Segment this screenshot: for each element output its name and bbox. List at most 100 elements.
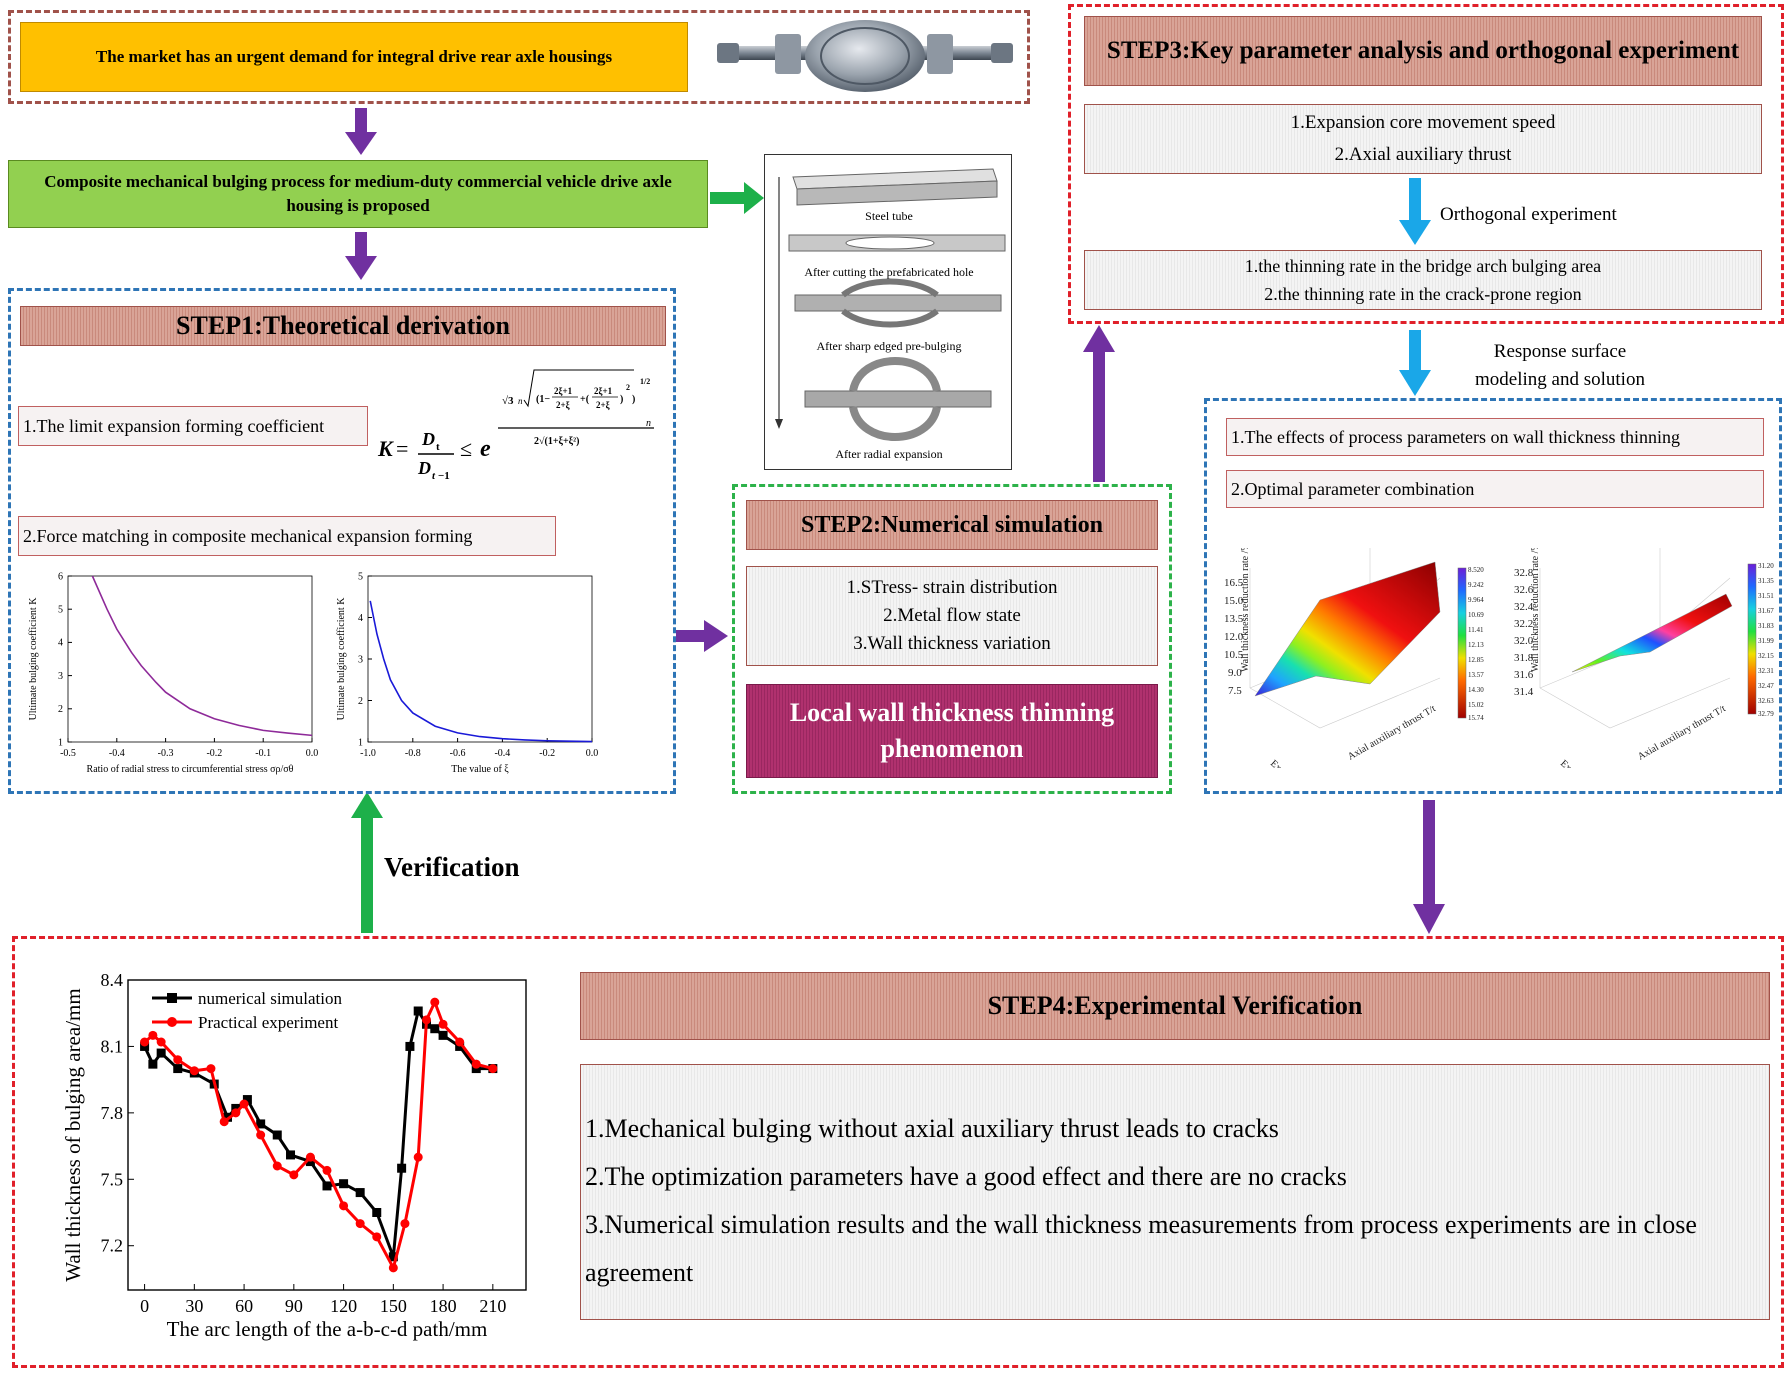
svg-text:t: t [436, 441, 440, 453]
x-tick-label: -0.1 [255, 748, 271, 759]
response-surface-line2: modeling and solution [1475, 369, 1645, 390]
svg-text:D: D [417, 458, 431, 478]
response-surface-line1: Response surface [1493, 341, 1627, 362]
svg-text:12.13: 12.13 [1468, 641, 1484, 649]
data-point-exp [388, 1263, 398, 1273]
svg-text:n: n [518, 396, 523, 406]
x-axis-label: The value of ξ [451, 764, 509, 775]
data-point-exp [140, 1037, 150, 1047]
data-point-sim [405, 1041, 415, 1051]
y-tick-label: 1 [58, 737, 63, 748]
y-tick-label: 7.5 [101, 1169, 124, 1189]
param-axial-thrust: 2.Axial auxiliary thrust [1334, 144, 1512, 165]
data-point-sim [339, 1179, 349, 1189]
data-point-exp [471, 1059, 481, 1069]
svg-text:8.520: 8.520 [1468, 566, 1484, 574]
x-tick-label: 60 [235, 1296, 253, 1316]
chart-xi: -1.0 -0.8 -0.6 -0.4 -0.2 0.0 1 2 3 4 5 The value of… [336, 571, 598, 775]
svg-text:10.69: 10.69 [1468, 611, 1484, 619]
x-tick-label: -0.3 [158, 748, 174, 759]
svg-text:): ) [620, 394, 623, 405]
x-tick-label: -0.2 [539, 748, 555, 759]
svg-text:13.57: 13.57 [1468, 671, 1484, 679]
surface-plot-2: 32.832.632.432.2 32.031.831.631.4 Wall t… [1514, 548, 1774, 768]
svg-text:D: D [421, 429, 435, 449]
step4-conclusions: 1.Mechanical bulging without axial auxil… [580, 1064, 1770, 1320]
limit-expansion-formula: K = Dt Dt −1 ≤ e √3 n (1− 2ξ+1 2+ξ +( 2ξ+… [377, 369, 654, 482]
step3-results: 1.the thinning rate in the bridge arch b… [1084, 250, 1762, 310]
x-tick-label: 180 [430, 1296, 457, 1316]
market-demand-box: The market has an urgent demand for inte… [20, 22, 688, 92]
data-point-sim [397, 1163, 407, 1173]
svg-text:11.41: 11.41 [1468, 626, 1484, 634]
x-tick-label: 0 [140, 1296, 149, 1316]
data-point-exp [156, 1037, 166, 1047]
legend-label: Practical experiment [198, 1013, 338, 1032]
data-point-exp [400, 1219, 410, 1229]
data-point-exp [231, 1108, 241, 1118]
svg-text:32.47: 32.47 [1758, 682, 1774, 690]
series-line-1 [143, 998, 494, 1272]
svg-text:2ξ+1: 2ξ+1 [554, 386, 573, 396]
data-point-sim [173, 1064, 183, 1074]
legend-label: numerical simulation [198, 989, 342, 1008]
rs-item2: 2.Optimal parameter combination [1226, 470, 1764, 508]
data-point-sim [286, 1150, 296, 1160]
process-image-panel: Steel tube After cutting the prefabricat… [764, 154, 1012, 470]
svg-text:K: K [377, 436, 394, 461]
x-tick-label: 210 [479, 1296, 506, 1316]
step4-title: STEP4:Experimental Verification [580, 972, 1770, 1040]
series-line-0 [143, 1007, 493, 1258]
x-axis-label: Ratio of radial stress to circumferentia… [87, 764, 294, 775]
data-point-exp [430, 997, 440, 1007]
axle-housing-image [717, 20, 1013, 92]
response-surface-label: Response surface modeling and solution [1440, 338, 1680, 394]
y-axis-label: Wall thickness of bulging area/mm [61, 988, 85, 1281]
svg-text:+(: +( [580, 394, 590, 405]
conclusion-3: 3.Numerical simulation results and the w… [585, 1210, 1697, 1287]
svg-text:9.242: 9.242 [1468, 581, 1484, 589]
svg-text:e: e [480, 436, 491, 462]
step2-title: STEP2:Numerical simulation [746, 500, 1158, 550]
data-point-exp [289, 1170, 299, 1180]
process-step-2-label: After cutting the prefabricated hole [804, 265, 974, 279]
proposal-box: Composite mechanical bulging process for… [8, 160, 708, 228]
orthogonal-label: Orthogonal experiment [1440, 204, 1617, 225]
arrow-verification [351, 792, 383, 933]
data-point-sim [430, 1024, 440, 1034]
process-step-3-label: After sharp edged pre-bulging [816, 339, 962, 353]
svg-text:≤: ≤ [460, 436, 472, 461]
svg-text:Axial auxiliary thrust T/t: Axial auxiliary thrust T/t [1636, 703, 1728, 762]
conclusion-2: 2.The optimization parameters have a goo… [585, 1162, 1347, 1191]
data-point-exp [322, 1165, 332, 1175]
step2-items: 1.STress- strain distribution 2.Metal fl… [746, 566, 1158, 666]
svg-text:15.74: 15.74 [1468, 714, 1484, 722]
step2-item2: 2.Metal flow state [883, 605, 1021, 626]
data-point-exp [239, 1099, 249, 1109]
data-point-exp [219, 1117, 229, 1127]
arrow-step2-to-step3 [1083, 325, 1115, 482]
arrow-response-surface [1399, 330, 1431, 396]
svg-text:32.31: 32.31 [1758, 667, 1774, 675]
plot-frame [67, 575, 313, 743]
data-point-exp [355, 1219, 365, 1229]
step1-title: STEP1:Theoretical derivation [20, 306, 666, 346]
process-diagram [775, 168, 1006, 441]
data-point-sim [372, 1208, 382, 1217]
y-tick-label: 8.4 [101, 970, 124, 990]
surface-plot-1: 16.515.013.512.0 10.59.07.5 Wall thickne… [1224, 548, 1484, 768]
svg-text:12.85: 12.85 [1468, 656, 1484, 664]
data-point-exp [305, 1152, 315, 1162]
thinning-rate-arch: 1.the thinning rate in the bridge arch b… [1244, 256, 1602, 276]
x-tick-label: -0.4 [494, 748, 510, 759]
data-point-sim [413, 1006, 423, 1016]
step3-params: 1.Expansion core movement speed 2.Axial … [1084, 104, 1762, 174]
data-point-sim [272, 1130, 282, 1140]
step1-item1: 1.The limit expansion forming coefficien… [18, 406, 368, 446]
wall-thickness-chart: 0 30 60 90 120 150 180 210 7.2 7.5 7.8 8.1 8.4 The ar… [61, 970, 527, 1341]
y-tick-label: 1 [358, 737, 363, 748]
data-point-exp [173, 1055, 183, 1065]
svg-text:t: t [432, 470, 436, 482]
param-expansion-speed: 1.Expansion core movement speed [1290, 112, 1556, 133]
svg-text:Axial auxiliary thrust T/t: Axial auxiliary thrust T/t [1346, 703, 1438, 762]
